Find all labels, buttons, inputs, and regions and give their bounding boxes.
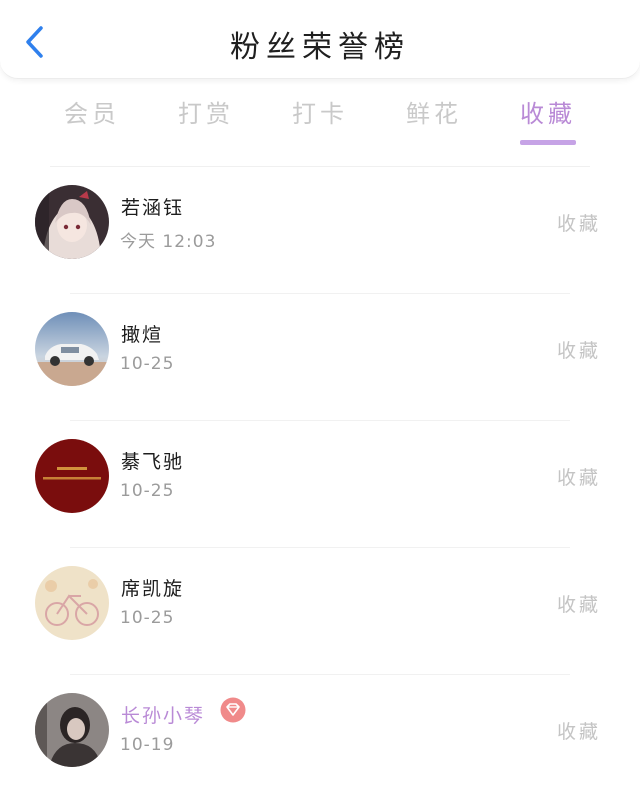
favorite-action-label: 收藏 [557,213,602,235]
fan-list: 若涵钰 今天 12:03 收藏 撖煊 10-25 收藏 綦飞驰 10-25 收藏… [0,167,640,802]
fan-row[interactable]: 綦飞驰 10-25 收藏 [0,421,640,548]
fan-time: 10-25 [120,354,175,374]
fan-name: 撖煊 [121,324,164,346]
tab-member[interactable]: 会员 [52,94,132,129]
fan-time: 10-25 [120,481,175,501]
fan-row[interactable]: 撖煊 10-25 收藏 [0,294,640,421]
anime-girl-avatar [35,185,109,259]
fan-time: 10-25 [120,608,175,628]
tab-reward[interactable]: 打赏 [166,94,246,129]
fan-name: 席凯旋 [121,578,185,600]
fan-name: 若涵钰 [121,197,185,219]
fan-row[interactable]: 席凯旋 10-25 收藏 [0,548,640,675]
favorite-action-label: 收藏 [557,340,602,362]
fan-time: 今天 12:03 [120,232,217,252]
favorite-action-label: 收藏 [557,594,602,616]
fan-name: 长孙小琴 [121,705,206,727]
car-avatar [35,312,109,386]
fan-row[interactable]: 长孙小琴 10-19 收藏 [0,675,640,802]
fan-row[interactable]: 若涵钰 今天 12:03 收藏 [0,167,640,294]
bicycle-avatar [35,566,109,640]
red-banner-avatar [35,439,109,513]
tab-checkin[interactable]: 打卡 [280,94,360,129]
fan-name: 綦飞驰 [121,451,185,473]
page-title: 粉丝荣誉榜 [230,30,410,65]
diamond-badge-icon [220,697,246,723]
favorite-action-label: 收藏 [557,467,602,489]
fan-time: 10-19 [120,735,175,755]
tab-favorites[interactable]: 收藏 [508,94,588,129]
active-tab-indicator [520,140,576,145]
header-bar: 粉丝荣誉榜 [0,0,640,79]
girl-photo-avatar [35,693,109,767]
tab-flowers[interactable]: 鲜花 [394,94,474,129]
tab-bar: 会员 打赏 打卡 鲜花 收藏 [0,88,640,148]
favorite-action-label: 收藏 [557,721,602,743]
